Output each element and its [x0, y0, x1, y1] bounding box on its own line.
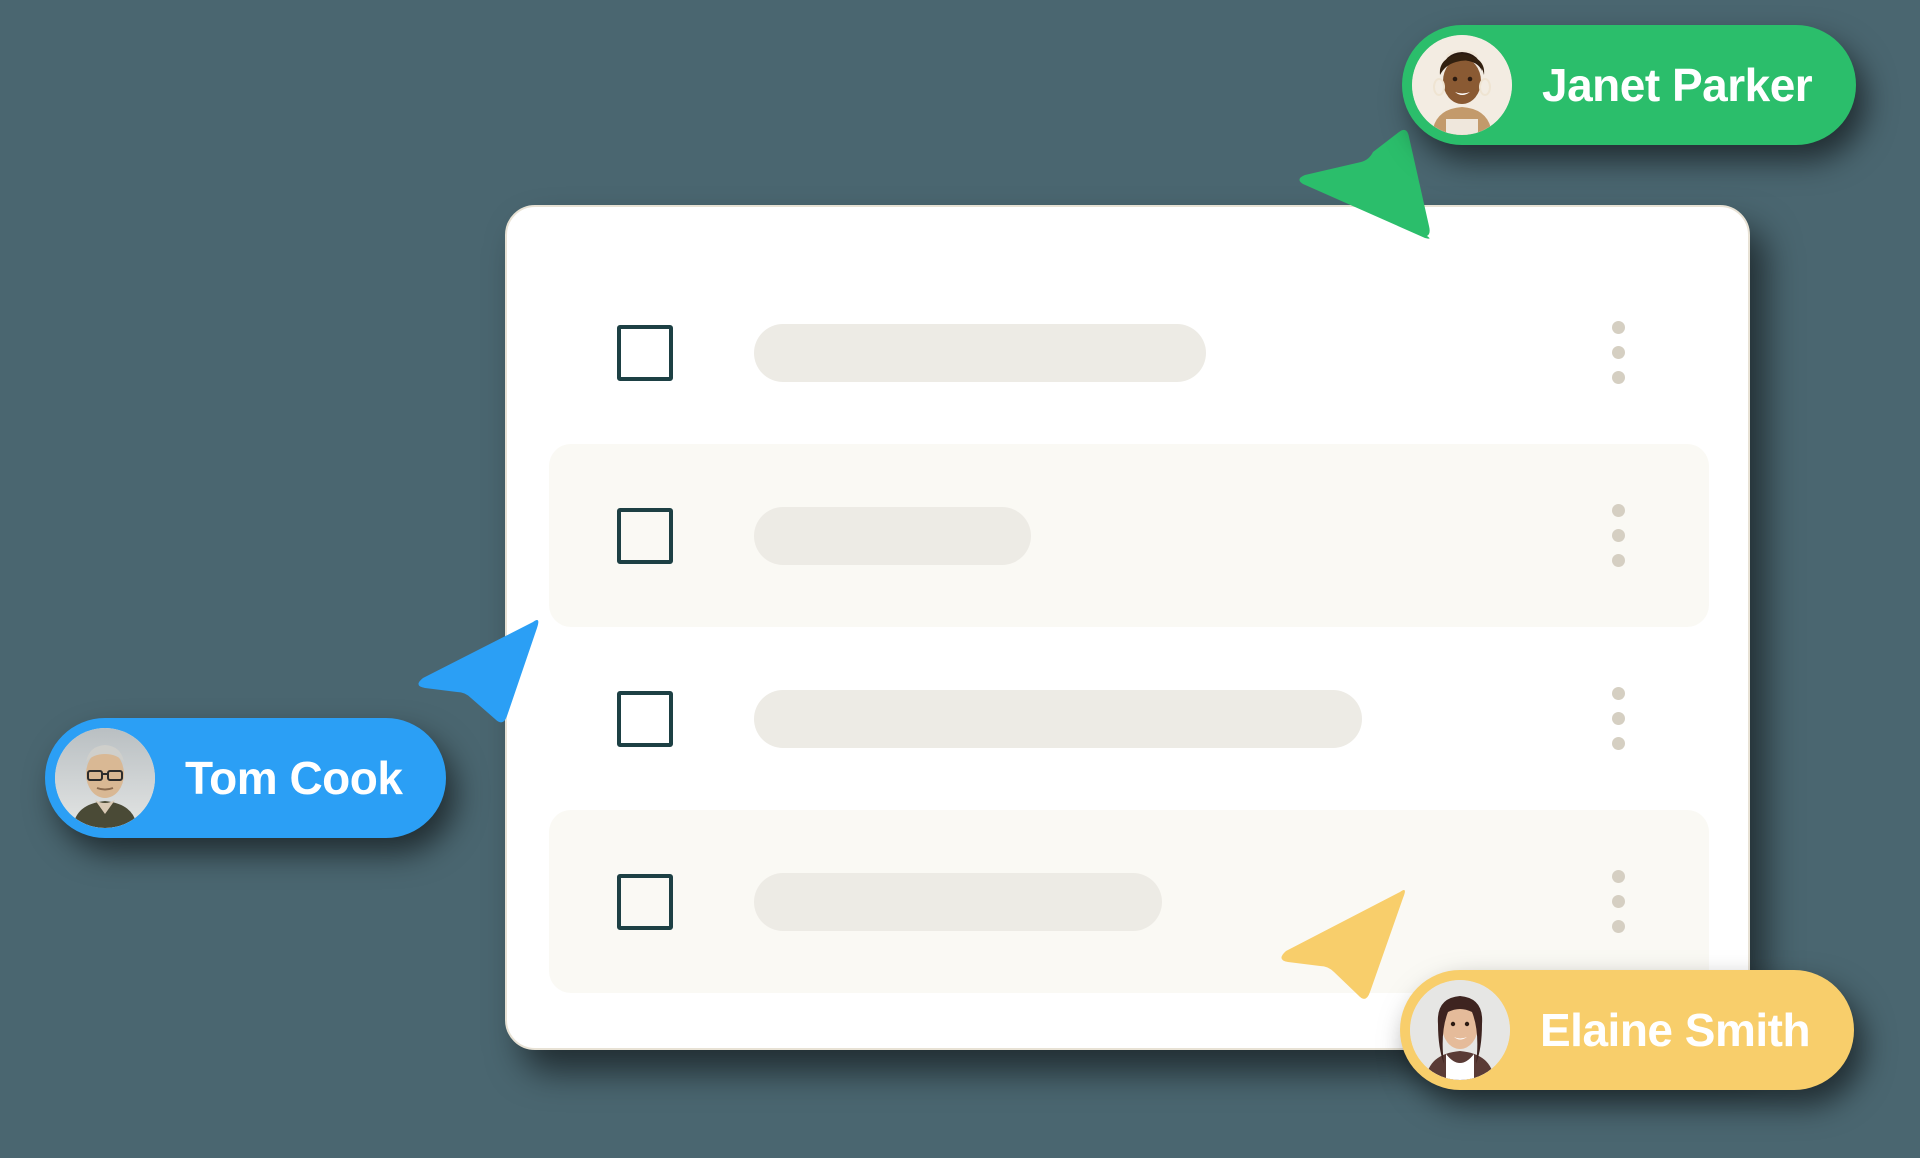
menu-dot [1612, 737, 1625, 750]
user-badge-label: Elaine Smith [1540, 1004, 1811, 1056]
row-content-placeholder [754, 506, 1031, 565]
cursor-pointer-icon-elaine [1278, 880, 1408, 1005]
row-more-options-icon[interactable] [1612, 870, 1625, 933]
table-row[interactable] [549, 261, 1709, 444]
avatar-janet-parker [1412, 35, 1512, 135]
avatar-elaine-smith [1410, 980, 1510, 1080]
row-content-placeholder [754, 689, 1362, 748]
menu-dot [1612, 504, 1625, 517]
row-more-options-icon[interactable] [1612, 504, 1625, 567]
row-checkbox[interactable] [617, 873, 673, 930]
avatar-tom-cook [55, 728, 155, 828]
menu-dot [1612, 529, 1625, 542]
user-badge-label: Tom Cook [185, 752, 403, 804]
menu-dot [1612, 870, 1625, 883]
table-row[interactable] [549, 444, 1709, 627]
user-badge-janet-parker[interactable]: Janet Parker [1402, 25, 1857, 145]
menu-dot [1612, 920, 1625, 933]
row-more-options-icon[interactable] [1612, 321, 1625, 384]
row-checkbox[interactable] [617, 690, 673, 747]
row-more-options-icon[interactable] [1612, 687, 1625, 750]
user-badge-tom-cook[interactable]: Tom Cook [45, 718, 447, 838]
cursor-pointer-icon-janet [1295, 128, 1435, 243]
user-badge-elaine-smith[interactable]: Elaine Smith [1400, 970, 1855, 1090]
collaborative-task-list-card [505, 205, 1750, 1050]
menu-dot [1612, 687, 1625, 700]
menu-dot [1612, 321, 1625, 334]
menu-dot [1612, 712, 1625, 725]
cursor-pointer-icon-tom [415, 612, 540, 727]
row-content-placeholder [754, 323, 1206, 382]
row-content-placeholder [754, 872, 1162, 931]
menu-dot [1612, 895, 1625, 908]
illustration-canvas: Janet Parker Tom Cook Elaine Smith [0, 0, 1920, 1158]
row-checkbox[interactable] [617, 324, 673, 381]
user-badge-label: Janet Parker [1542, 59, 1813, 111]
menu-dot [1612, 371, 1625, 384]
menu-dot [1612, 554, 1625, 567]
row-checkbox[interactable] [617, 507, 673, 564]
table-row[interactable] [549, 810, 1709, 993]
menu-dot [1612, 346, 1625, 359]
table-row[interactable] [549, 627, 1709, 810]
